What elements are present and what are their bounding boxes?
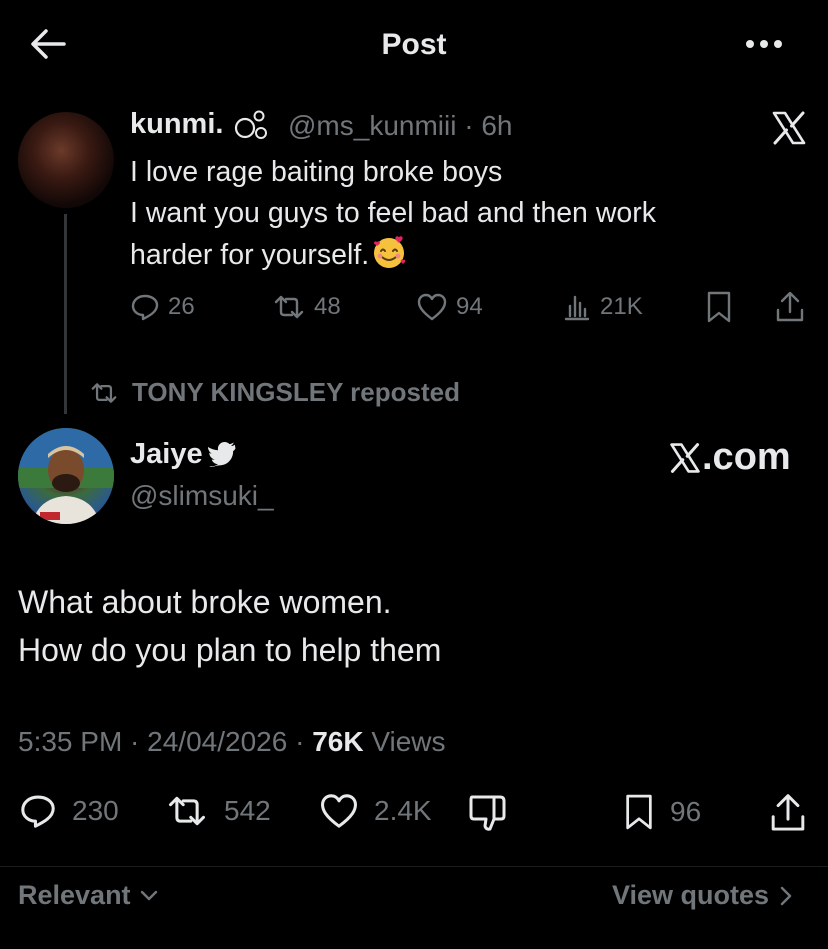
bookmark-icon[interactable] bbox=[704, 290, 734, 324]
views-label: Views bbox=[363, 726, 446, 757]
author-name-text: Jaiye bbox=[130, 438, 203, 470]
more-options-icon[interactable] bbox=[742, 30, 786, 58]
sort-label: Relevant bbox=[18, 880, 131, 910]
author-name[interactable]: Jaiye bbox=[130, 438, 237, 471]
x-com-watermark: .com bbox=[668, 436, 791, 479]
like-button[interactable]: 94 bbox=[416, 292, 483, 322]
post-text-line: What about broke women. bbox=[18, 584, 392, 620]
view-quotes-label: View quotes bbox=[612, 880, 770, 910]
like-count: 2.4K bbox=[374, 795, 432, 826]
repost-icon bbox=[272, 292, 306, 322]
watermark-text: .com bbox=[702, 436, 791, 478]
heart-icon bbox=[416, 292, 448, 322]
x-logo-icon bbox=[668, 441, 702, 475]
views-count: 21K bbox=[600, 293, 643, 320]
views-button[interactable]: 21K bbox=[562, 292, 643, 322]
repost-label-text: TONY KINGSLEY reposted bbox=[132, 377, 460, 407]
bookmark-count: 96 bbox=[670, 796, 702, 827]
bookmark-button[interactable]: 96 bbox=[622, 792, 701, 832]
post-text-line: How do you plan to help them bbox=[18, 632, 442, 668]
handle-and-time[interactable]: @ms_kunmiii · 6h bbox=[288, 110, 512, 142]
post-text-line: I love rage baiting broke boys bbox=[130, 156, 503, 188]
chevron-down-icon bbox=[139, 889, 159, 903]
chevron-right-icon bbox=[779, 885, 793, 907]
post-text: What about broke women. How do you plan … bbox=[18, 578, 441, 674]
post-text-line: I want you guys to feel bad and then wor… bbox=[130, 197, 656, 229]
avatar[interactable] bbox=[18, 428, 114, 524]
time-date[interactable]: 5:35 PM · 24/04/2026 · bbox=[18, 726, 312, 757]
author-name[interactable]: kunmi. bbox=[130, 108, 223, 141]
page-title: Post bbox=[381, 28, 447, 61]
x-logo-icon bbox=[770, 110, 808, 146]
reply-icon bbox=[18, 792, 58, 830]
post-text: I love rage baiting broke boys I want yo… bbox=[130, 152, 770, 276]
bubbles-icon bbox=[234, 108, 270, 142]
handle[interactable]: @slimsuki_ bbox=[130, 480, 274, 512]
repost-icon bbox=[164, 792, 210, 830]
heart-icon bbox=[318, 792, 360, 830]
divider bbox=[0, 866, 828, 867]
post-meta: 5:35 PM · 24/04/2026 · 76K Views bbox=[18, 726, 446, 758]
repost-count: 542 bbox=[224, 795, 271, 826]
smiling-face-with-hearts-icon bbox=[371, 234, 407, 270]
like-button[interactable]: 2.4K bbox=[318, 792, 432, 830]
analytics-icon bbox=[562, 292, 592, 322]
share-icon[interactable] bbox=[768, 792, 808, 834]
repost-button[interactable]: 542 bbox=[164, 792, 271, 830]
reply-button[interactable]: 26 bbox=[130, 292, 195, 322]
repost-button[interactable]: 48 bbox=[272, 292, 341, 322]
reply-icon bbox=[130, 292, 160, 322]
post-text-line: harder for yourself. bbox=[130, 239, 370, 271]
sort-replies-dropdown[interactable]: Relevant bbox=[18, 880, 159, 911]
repost-count: 48 bbox=[314, 293, 341, 320]
view-quotes-link[interactable]: View quotes bbox=[612, 880, 793, 911]
downvote-icon[interactable] bbox=[466, 792, 512, 834]
share-icon[interactable] bbox=[774, 290, 806, 324]
views-count: 76K bbox=[312, 726, 364, 757]
repost-label[interactable]: TONY KINGSLEY reposted bbox=[88, 377, 460, 408]
like-count: 94 bbox=[456, 293, 483, 320]
bookmark-icon bbox=[622, 792, 656, 832]
reply-count: 230 bbox=[72, 795, 119, 826]
reply-button[interactable]: 230 bbox=[18, 792, 119, 830]
avatar[interactable] bbox=[18, 112, 114, 208]
thread-line bbox=[64, 214, 67, 414]
bird-icon bbox=[207, 441, 237, 468]
repost-icon bbox=[88, 380, 120, 406]
reply-count: 26 bbox=[168, 293, 195, 320]
